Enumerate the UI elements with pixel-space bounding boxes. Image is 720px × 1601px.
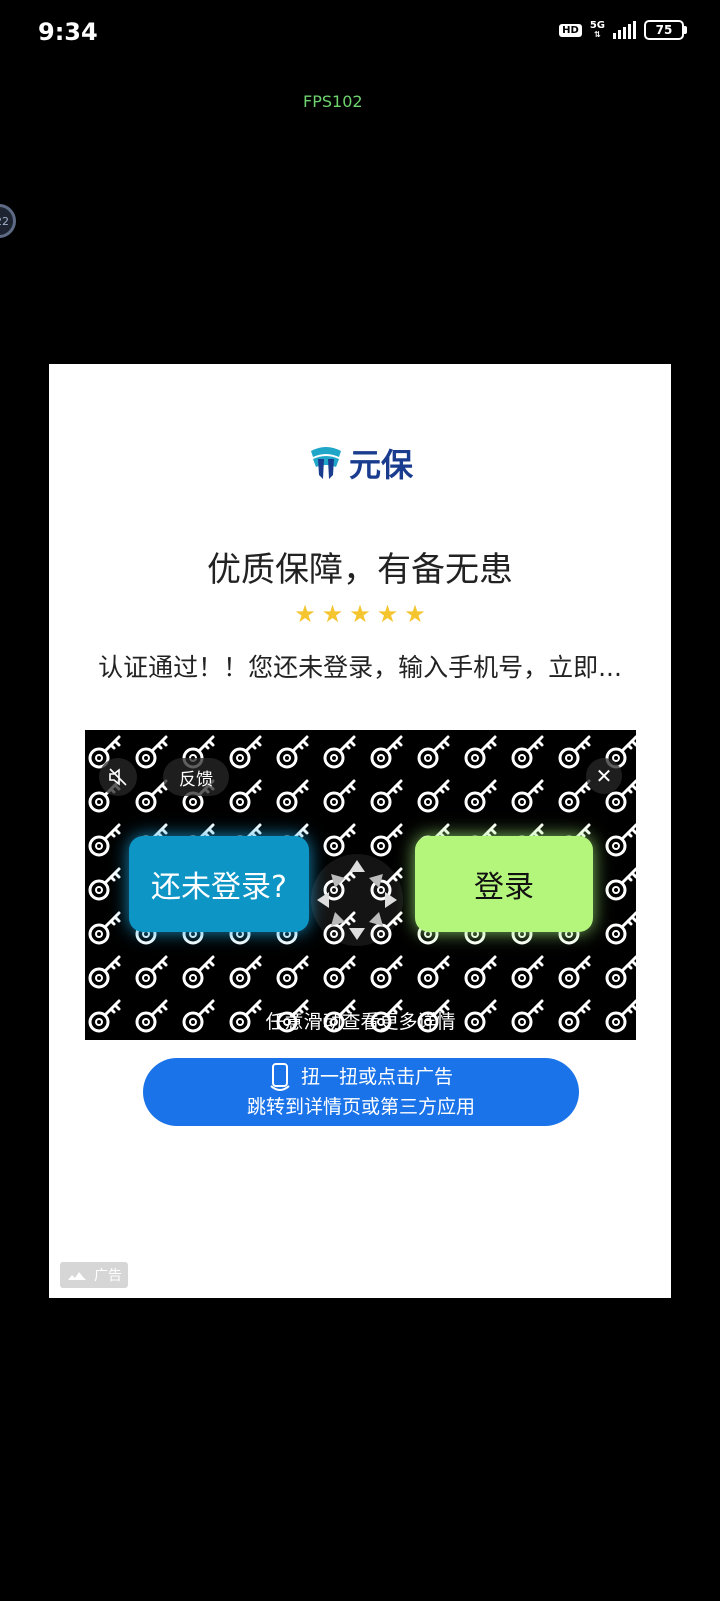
fps-counter: FPS102 [303,92,363,111]
twist-cta-button[interactable]: 扭一扭或点击广告 跳转到详情页或第三方应用 [143,1058,579,1126]
ad-badge-label: 广告 [94,1268,122,1284]
shield-logo-icon [311,447,341,479]
battery-icon: 75 [644,20,687,40]
star-icon: ★ [321,600,344,628]
feedback-button[interactable]: 反馈 [163,758,229,796]
ad-description: 认证通过！！您还未登录，输入手机号，立即... [98,653,622,682]
star-icon: ★ [294,600,316,628]
brand-logo: 元保 [309,440,413,486]
floating-ball[interactable]: 22 [0,204,16,238]
rating-stars: ★ ★ ★ ★ ★ [49,600,671,628]
battery-level: 75 [655,23,673,37]
floating-ball-label: 22 [0,214,9,228]
swipe-caption: 任意滑动查看更多详情 [265,1011,456,1033]
not-logged-in-button[interactable]: 还未登录? [129,836,309,932]
twist-line2-text: 跳转到详情页或第三方应用 [246,1096,475,1118]
close-button[interactable]: ✕ [586,758,622,794]
twist-line1-row: 扭一扭或点击广告 [269,1062,453,1092]
expand-arrows-icon [311,854,403,946]
cloud-logo-icon [68,1272,86,1280]
star-icon: ★ [404,600,426,628]
login-button[interactable]: 登录 [415,836,593,932]
twist-line1-text: 扭一扭或点击广告 [300,1066,453,1088]
ad-badge: 广告 [60,1262,128,1288]
network-5g-icon: 5G ⇅ [589,20,605,40]
ad-video[interactable]: 反馈 ✕ 还未登录? 登录 任意滑动查看更多详情 [85,730,636,1040]
speaker-muted-icon [109,768,127,786]
signal-icon [613,21,636,39]
phone-twist-icon [270,1063,290,1091]
status-icons: HD 5G ⇅ 75 [559,20,687,40]
brand-name: 元保 [349,446,414,484]
star-icon: ★ [376,600,399,628]
close-icon: ✕ [595,764,613,788]
ad-headline: 优质保障，有备无患 [207,550,513,590]
hd-icon: HD [559,23,582,37]
status-time: 9:34 [38,18,98,46]
ad-card[interactable]: 元保 优质保障，有备无患 ★ ★ ★ ★ ★ 认证通过！！您还未登录，输入手机号… [49,364,671,1298]
star-icon: ★ [349,600,371,628]
mute-button[interactable] [99,758,137,796]
network-label: 5G [589,20,605,31]
